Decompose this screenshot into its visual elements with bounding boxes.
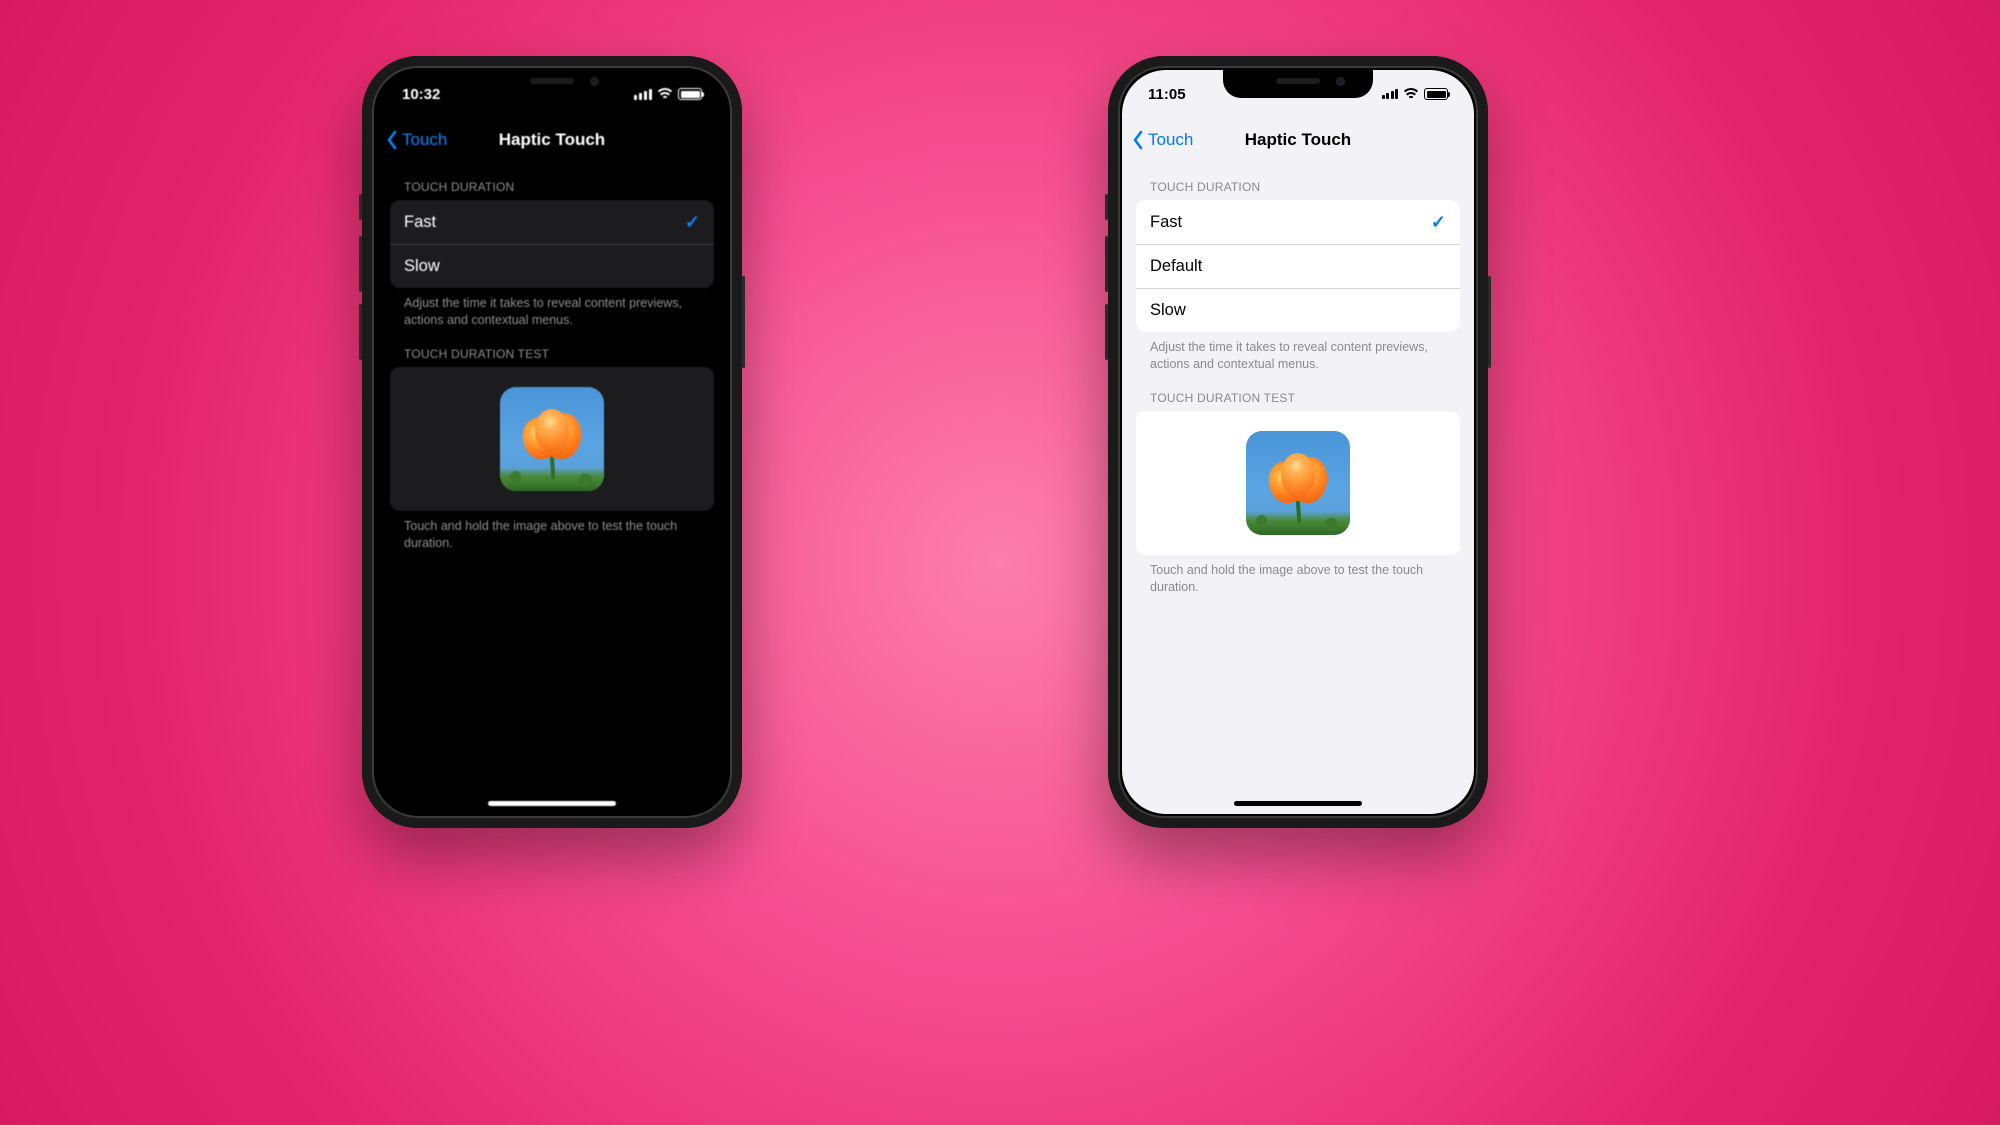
chevron-left-icon [1132, 130, 1144, 150]
volume-down [1105, 304, 1108, 360]
cellular-bars-icon [1382, 89, 1399, 99]
volume-up [359, 236, 362, 292]
section-footer-duration: Adjust the time it takes to reveal conte… [390, 288, 714, 329]
home-indicator[interactable] [488, 801, 616, 806]
comparison-stage: 10:32 Touch Haptic Touch [0, 0, 2000, 1125]
clock: 10:32 [402, 86, 440, 103]
phone-light: 11:05 Touch Haptic Touch [1108, 56, 1488, 828]
mute-switch [359, 194, 362, 220]
battery-icon [678, 88, 702, 100]
power-button [742, 276, 745, 368]
option-label: Slow [404, 257, 440, 276]
back-button[interactable]: Touch [386, 118, 447, 162]
checkmark-icon: ✓ [685, 212, 700, 233]
option-label: Fast [1150, 213, 1182, 232]
mute-switch [1105, 194, 1108, 220]
page-title: Haptic Touch [499, 130, 605, 150]
duration-options: Fast ✓ Slow [390, 200, 714, 288]
back-button[interactable]: Touch [1132, 118, 1193, 162]
section-header-duration: TOUCH DURATION [390, 162, 714, 200]
settings-content[interactable]: TOUCH DURATION Fast ✓ Default Slow Adjus… [1122, 162, 1474, 814]
clock: 11:05 [1148, 86, 1186, 103]
nav-bar: Touch Haptic Touch [1122, 118, 1474, 162]
option-default[interactable]: Default [1136, 244, 1460, 288]
option-fast[interactable]: Fast ✓ [390, 200, 714, 244]
option-label: Fast [404, 213, 436, 232]
section-footer-duration: Adjust the time it takes to reveal conte… [1136, 332, 1460, 373]
chevron-left-icon [386, 130, 398, 150]
section-header-duration: TOUCH DURATION [1136, 162, 1460, 200]
touch-test-area[interactable] [1136, 411, 1460, 555]
back-label: Touch [1148, 130, 1193, 150]
page-title: Haptic Touch [1245, 130, 1351, 150]
notch [1223, 70, 1373, 98]
volume-down [359, 304, 362, 360]
notch [477, 70, 627, 98]
wifi-icon [1403, 88, 1419, 100]
power-button [1488, 276, 1491, 368]
test-image-flower[interactable] [500, 387, 604, 491]
option-label: Slow [1150, 301, 1186, 320]
nav-bar: Touch Haptic Touch [376, 118, 728, 162]
section-header-test: TOUCH DURATION TEST [1136, 373, 1460, 411]
phone-dark: 10:32 Touch Haptic Touch [362, 56, 742, 828]
checkmark-icon: ✓ [1431, 212, 1446, 233]
section-header-test: TOUCH DURATION TEST [390, 329, 714, 367]
back-label: Touch [402, 130, 447, 150]
option-label: Default [1150, 257, 1202, 276]
option-slow[interactable]: Slow [1136, 288, 1460, 332]
volume-up [1105, 236, 1108, 292]
section-footer-test: Touch and hold the image above to test t… [1136, 555, 1460, 596]
option-fast[interactable]: Fast ✓ [1136, 200, 1460, 244]
wifi-icon [657, 88, 673, 100]
test-image-flower[interactable] [1246, 431, 1350, 535]
settings-content[interactable]: TOUCH DURATION Fast ✓ Slow Adjust the ti… [376, 162, 728, 814]
option-slow[interactable]: Slow [390, 244, 714, 288]
duration-options: Fast ✓ Default Slow [1136, 200, 1460, 332]
battery-icon [1424, 88, 1448, 100]
cellular-dots-icon [634, 89, 652, 100]
touch-test-area[interactable] [390, 367, 714, 511]
section-footer-test: Touch and hold the image above to test t… [390, 511, 714, 552]
home-indicator[interactable] [1234, 801, 1362, 806]
